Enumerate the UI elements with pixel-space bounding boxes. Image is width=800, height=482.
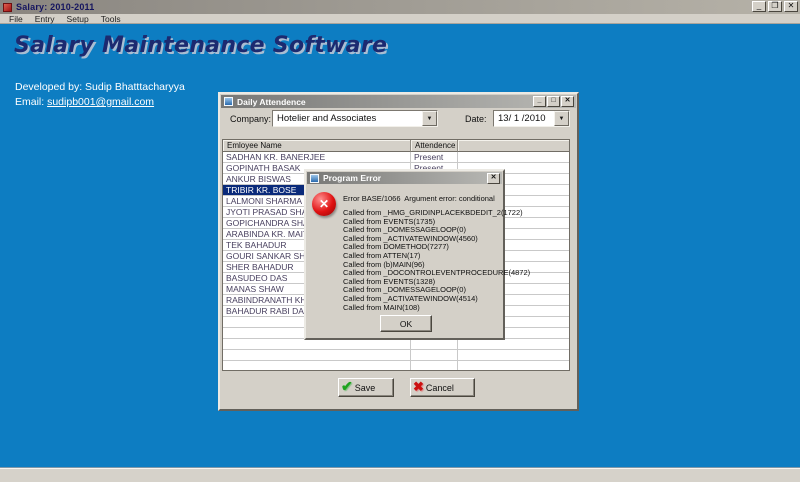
email-label: Email: (15, 96, 47, 108)
dialog-minimize-button[interactable]: _ (533, 96, 546, 107)
error-dialog-title: Program Error (323, 173, 381, 183)
email-line: Email: sudipb001@gmail.com (15, 96, 154, 108)
grid-header: Emloyee Name Attendence (223, 140, 569, 152)
dialog-close-icon[interactable]: ✕ (561, 96, 574, 107)
cross-icon: ✖ (413, 379, 424, 395)
table-row[interactable]: SADHAN KR. BANERJEEPresent (223, 152, 569, 163)
main-title-bar[interactable]: Salary: 2010-2011 _ ❐ ✕ (0, 0, 800, 14)
date-label: Date: (465, 114, 487, 124)
attendance-cell: Present (411, 152, 458, 162)
app-window: Salary: 2010-2011 _ ❐ ✕ FileEntrySetupTo… (0, 0, 800, 482)
menu-item-setup[interactable]: Setup (61, 14, 95, 24)
employee-name-cell (223, 361, 411, 370)
attendance-dialog-title: Daily Attendence (237, 97, 306, 107)
cancel-button-label: Cancel (426, 383, 454, 393)
ok-button-label: OK (400, 319, 412, 329)
column-header-employee-name[interactable]: Emloyee Name (223, 140, 411, 152)
table-row[interactable] (223, 350, 569, 361)
column-header-blank (458, 140, 569, 152)
employee-name-cell (223, 350, 411, 360)
attendance-dialog-title-bar[interactable]: Daily Attendence _ □ ✕ (221, 95, 576, 108)
company-value: Hotelier and Associates (273, 113, 422, 124)
ok-button[interactable]: OK (380, 315, 432, 332)
chevron-down-icon[interactable]: ▼ (554, 111, 569, 126)
menu-item-tools[interactable]: Tools (95, 14, 127, 24)
filler-cell (458, 339, 569, 349)
developed-by-text: Developed by: Sudip Bhatttacharyya (15, 81, 185, 93)
minimize-button[interactable]: _ (752, 1, 766, 12)
filler-cell (458, 361, 569, 370)
close-icon[interactable]: ✕ (784, 1, 798, 12)
save-button[interactable]: ✔ Save (338, 378, 394, 397)
table-row[interactable] (223, 339, 569, 350)
chevron-down-icon[interactable]: ▼ (422, 111, 437, 126)
error-dialog-title-bar[interactable]: Program Error ✕ (307, 172, 502, 184)
stack-line: Called from MAIN(108) (343, 304, 530, 313)
status-bar (0, 467, 800, 482)
attendance-cell (411, 350, 458, 360)
error-call-stack: Called from _HMG_GRIDINPLACEKBDEDIT_2(17… (343, 209, 530, 312)
cancel-button[interactable]: ✖ Cancel (410, 378, 475, 397)
column-header-attendance[interactable]: Attendence (411, 140, 458, 152)
window-title: Salary: 2010-2011 (16, 2, 94, 12)
employee-name-cell: SADHAN KR. BANERJEE (223, 152, 411, 162)
menu-item-entry[interactable]: Entry (29, 14, 61, 24)
app-icon (3, 3, 12, 12)
filler-cell (458, 350, 569, 360)
attendance-dialog-icon (224, 97, 233, 106)
filler-cell (458, 152, 569, 162)
email-link[interactable]: sudipb001@gmail.com (47, 96, 154, 108)
company-select[interactable]: Hotelier and Associates ▼ (272, 110, 438, 127)
check-icon: ✔ (341, 378, 353, 395)
error-close-icon[interactable]: ✕ (487, 173, 500, 184)
error-dialog-icon (310, 174, 319, 183)
attendance-cell (411, 361, 458, 370)
dialog-maximize-button[interactable]: □ (547, 96, 560, 107)
restore-icon[interactable]: ❐ (768, 1, 782, 12)
table-row[interactable] (223, 361, 569, 370)
attendance-cell (411, 339, 458, 349)
menu-item-file[interactable]: File (3, 14, 29, 24)
menu-bar: FileEntrySetupTools (0, 14, 800, 24)
program-error-dialog: Program Error ✕ ✕ Error BASE/1066 Argume… (304, 169, 505, 340)
save-button-label: Save (355, 383, 376, 393)
date-picker[interactable]: 13/ 1 /2010 ▼ (493, 110, 570, 127)
company-label: Company: (230, 114, 271, 124)
page-title: Salary Maintenance Software (14, 33, 387, 58)
date-value: 13/ 1 /2010 (494, 113, 554, 124)
error-icon: ✕ (312, 192, 336, 216)
employee-name-cell (223, 339, 411, 349)
error-message: Error BASE/1066 Argument error: conditio… (343, 194, 495, 203)
